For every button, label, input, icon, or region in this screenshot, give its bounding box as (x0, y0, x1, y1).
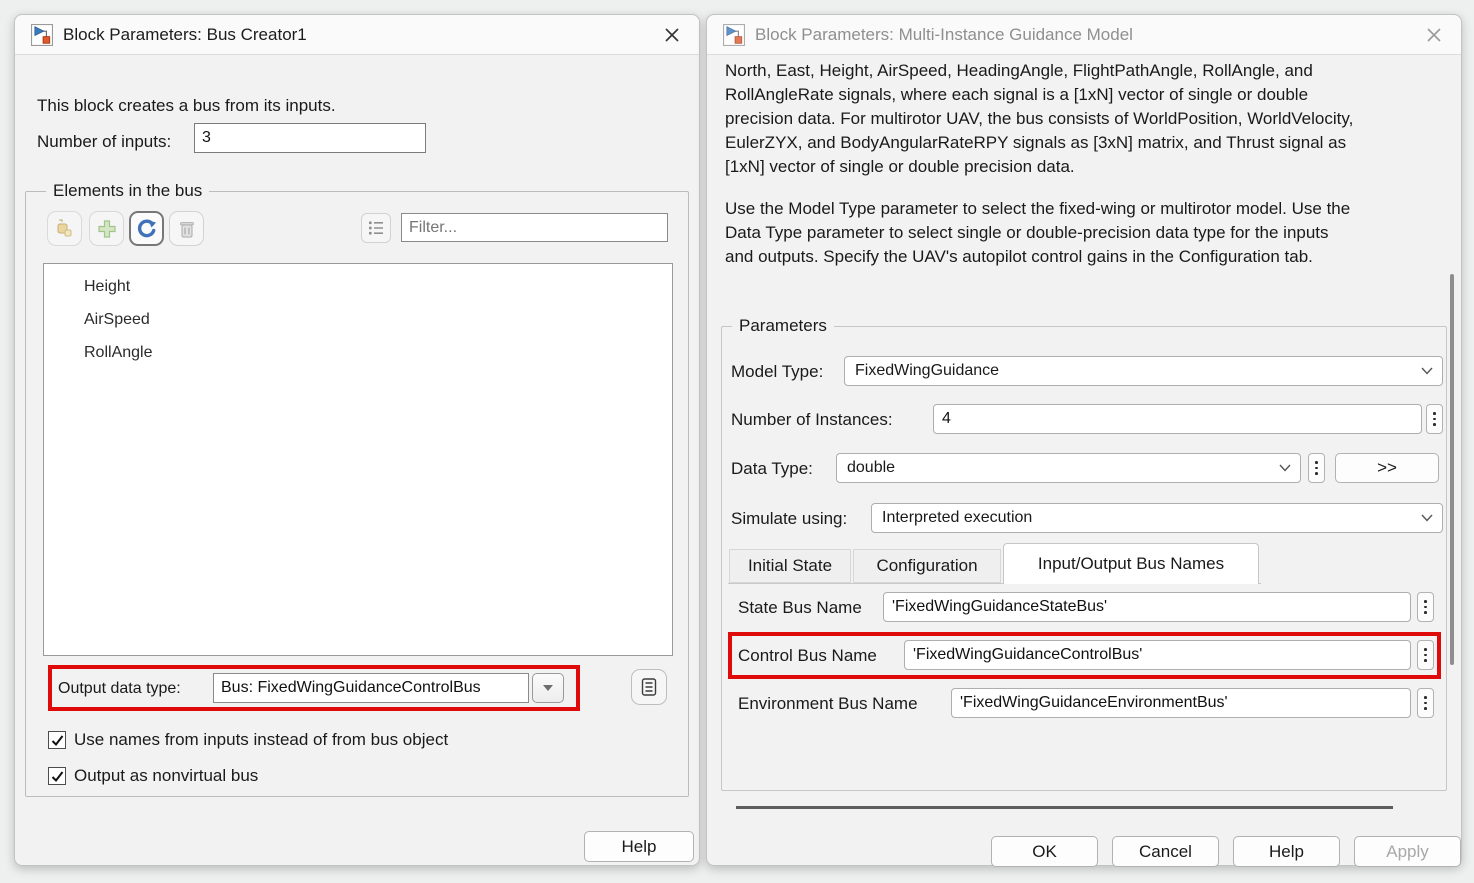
model-type-combobox[interactable]: FixedWingGuidance (844, 356, 1443, 386)
use-names-checkbox-label: Use names from inputs instead of from bu… (74, 730, 448, 750)
description-line: EulerZYX, and BodyAngularRateRPY signals… (725, 131, 1447, 155)
help-button[interactable]: Help (584, 831, 694, 862)
cancel-button[interactable]: Cancel (1112, 836, 1219, 867)
chevron-down-icon (1421, 514, 1433, 522)
nonvirtual-checkbox-label: Output as nonvirtual bus (74, 766, 258, 786)
instances-input[interactable] (933, 404, 1422, 434)
chevron-down-icon (1421, 367, 1433, 375)
show-bus-object-button[interactable] (631, 669, 667, 705)
add-signal-button[interactable] (89, 211, 124, 246)
list-view-toggle-button[interactable] (361, 213, 391, 243)
window-title: Block Parameters: Bus Creator1 (63, 25, 307, 45)
simulate-using-label: Simulate using: (731, 509, 847, 529)
output-data-type-input[interactable] (213, 673, 529, 703)
description-line: RollAngleRate signals, where each signal… (725, 83, 1447, 107)
guidance-model-titlebar[interactable]: Block Parameters: Multi-Instance Guidanc… (707, 15, 1461, 55)
help-button[interactable]: Help (1233, 836, 1340, 867)
description-line: precision data. For multirotor UAV, the … (725, 107, 1447, 131)
description-line: North, East, Height, AirSpeed, HeadingAn… (725, 59, 1447, 83)
description-line: [1xN] vector of single or double precisi… (725, 155, 1447, 179)
simulate-using-combobox[interactable]: Interpreted execution (871, 503, 1443, 533)
document-list-icon (639, 677, 659, 697)
output-data-type-label: Output data type: (58, 680, 181, 698)
bus-element-icon (54, 218, 76, 240)
number-of-inputs-input[interactable] (194, 123, 426, 153)
delete-button[interactable] (169, 211, 204, 246)
use-names-checkbox-row[interactable]: Use names from inputs instead of from bu… (48, 730, 448, 750)
refresh-button[interactable] (129, 211, 164, 246)
apply-button[interactable]: Apply (1354, 836, 1461, 867)
list-item[interactable]: AirSpeed (84, 311, 150, 329)
close-icon[interactable] (661, 24, 683, 46)
data-type-combobox[interactable]: double (836, 453, 1301, 483)
data-type-value: double (847, 459, 895, 477)
parameters-group-title: Parameters (732, 316, 834, 336)
control-bus-name-label: Control Bus Name (738, 646, 877, 666)
description-line: and outputs. Specify the UAV's autopilot… (725, 245, 1447, 269)
checkbox-checked-icon[interactable] (48, 767, 66, 785)
nonvirtual-checkbox-row[interactable]: Output as nonvirtual bus (48, 766, 258, 786)
simulink-block-icon (31, 24, 53, 46)
tab-initial-state[interactable]: Initial State (729, 549, 851, 583)
vertical-scrollbar[interactable] (1450, 274, 1454, 665)
state-bus-name-input[interactable] (883, 592, 1411, 622)
list-item[interactable]: Height (84, 278, 130, 296)
window-title: Block Parameters: Multi-Instance Guidanc… (755, 25, 1133, 45)
control-bus-menu-button[interactable] (1417, 640, 1434, 670)
data-type-menu-button[interactable] (1308, 453, 1325, 483)
model-type-label: Model Type: (731, 362, 823, 382)
model-type-value: FixedWingGuidance (855, 362, 999, 380)
description-line: Use the Model Type parameter to select t… (725, 197, 1447, 221)
simulink-block-icon (723, 24, 745, 46)
plus-icon (96, 218, 118, 240)
expand-button[interactable]: >> (1335, 453, 1439, 483)
environment-bus-name-input[interactable] (951, 688, 1411, 718)
simulate-using-value: Interpreted execution (882, 509, 1032, 527)
refresh-icon (135, 217, 158, 240)
guidance-model-dialog: Block Parameters: Multi-Instance Guidanc… (706, 14, 1462, 866)
chevron-down-icon (1279, 464, 1291, 472)
tab-configuration[interactable]: Configuration (853, 549, 1001, 583)
output-data-type-dropdown-button[interactable] (532, 673, 564, 703)
add-bus-element-button[interactable] (47, 211, 82, 246)
instances-menu-button[interactable] (1426, 404, 1443, 434)
bullet-list-icon (367, 219, 385, 237)
data-type-label: Data Type: (731, 459, 813, 479)
trash-icon (176, 218, 198, 240)
dialog-description: This block creates a bus from its inputs… (37, 96, 336, 116)
button-area-divider (736, 806, 1393, 809)
state-bus-menu-button[interactable] (1417, 592, 1434, 622)
environment-bus-name-label: Environment Bus Name (738, 694, 918, 714)
number-of-inputs-label: Number of inputs: (37, 132, 171, 152)
environment-bus-menu-button[interactable] (1417, 688, 1434, 718)
state-bus-name-label: State Bus Name (738, 598, 862, 618)
close-icon[interactable] (1423, 24, 1445, 46)
bus-elements-list[interactable]: Height AirSpeed RollAngle (43, 263, 673, 656)
checkbox-checked-icon[interactable] (48, 731, 66, 749)
control-bus-name-input[interactable] (904, 640, 1411, 670)
instances-label: Number of Instances: (731, 410, 893, 430)
description-line: Data Type parameter to select single or … (725, 221, 1447, 245)
elements-group-title: Elements in the bus (46, 181, 209, 201)
list-item[interactable]: RollAngle (84, 344, 152, 362)
tab-input-output-bus-names[interactable]: Input/Output Bus Names (1003, 543, 1259, 584)
dropdown-arrow-icon (543, 685, 553, 691)
bus-creator-dialog: Block Parameters: Bus Creator1 This bloc… (14, 14, 700, 866)
bus-creator-titlebar[interactable]: Block Parameters: Bus Creator1 (15, 15, 699, 55)
ok-button[interactable]: OK (991, 836, 1098, 867)
filter-input[interactable] (401, 213, 668, 242)
